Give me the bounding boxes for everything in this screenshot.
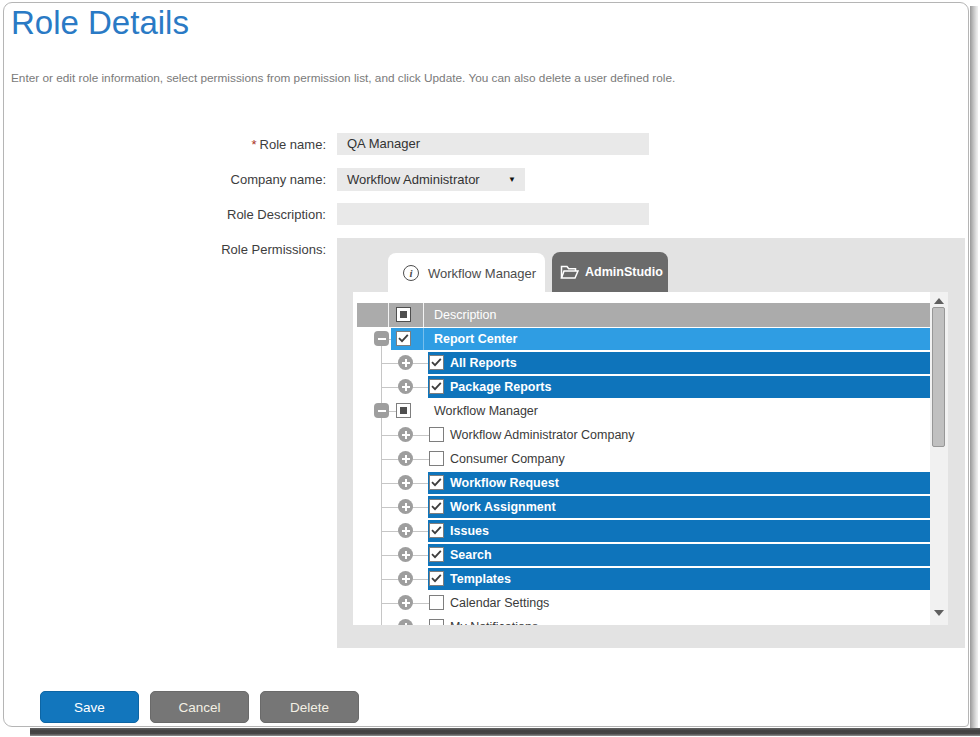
row-label: Work Assignment [450, 500, 556, 514]
column-separator [423, 303, 424, 327]
tree-row[interactable]: Package Reports [357, 375, 930, 399]
role-description-label: Role Description: [0, 207, 326, 222]
row-label: Package Reports [450, 380, 551, 394]
bottom-dark-bar [30, 728, 980, 736]
row-checkbox[interactable] [429, 499, 444, 514]
row-highlight [428, 520, 930, 542]
tree-row[interactable]: My Notifications [357, 615, 930, 625]
row-label: Workflow Administrator Company [450, 428, 635, 442]
page-subtitle: Enter or edit role information, select p… [11, 71, 675, 85]
description-column-header: Description [434, 308, 497, 322]
row-checkbox[interactable] [429, 427, 444, 442]
dropdown-arrow-icon: ▼ [508, 168, 516, 191]
scrollbar-up-icon[interactable] [934, 298, 944, 304]
expand-plus-icon[interactable] [398, 355, 413, 370]
expand-plus-icon[interactable] [398, 379, 413, 394]
scrollbar-down-icon[interactable] [934, 610, 944, 616]
permissions-tree-table: Description Report Center All Reports Pack… [357, 303, 930, 625]
role-name-label: *Role name: [0, 137, 326, 152]
role-permissions-label: Role Permissions: [0, 242, 326, 257]
tree-row[interactable]: Issues [357, 519, 930, 543]
info-icon: i [403, 265, 419, 281]
tree-row[interactable]: Workflow Administrator Company [357, 423, 930, 447]
row-checkbox[interactable] [429, 475, 444, 490]
row-checkbox[interactable] [396, 403, 411, 418]
tree-row[interactable]: Report Center [357, 327, 930, 351]
row-checkbox[interactable] [429, 595, 444, 610]
row-label: Consumer Company [450, 452, 565, 466]
tree-row[interactable]: Work Assignment [357, 495, 930, 519]
collapse-minus-icon[interactable] [374, 331, 389, 346]
tree-row[interactable]: Consumer Company [357, 447, 930, 471]
row-checkbox[interactable] [429, 355, 444, 370]
row-checkbox[interactable] [429, 379, 444, 394]
company-name-select[interactable]: Workflow Administrator ▼ [337, 168, 525, 191]
row-label: My Notifications [450, 620, 538, 625]
permissions-tree-panel: Description Report Center All Reports Pack… [353, 292, 948, 625]
expand-plus-icon[interactable] [398, 595, 413, 610]
tree-row[interactable]: Templates [357, 567, 930, 591]
expand-plus-icon[interactable] [398, 427, 413, 442]
role-name-input[interactable]: QA Manager [337, 133, 649, 155]
delete-button[interactable]: Delete [260, 691, 359, 723]
row-label: Workflow Request [450, 476, 559, 490]
row-label: Issues [450, 524, 489, 538]
page-title: Role Details [11, 4, 189, 42]
expand-plus-icon[interactable] [398, 547, 413, 562]
page-shadow-right [970, 6, 978, 728]
collapse-minus-icon[interactable] [374, 403, 389, 418]
tree-row[interactable]: Calendar Settings [357, 591, 930, 615]
row-highlight [428, 544, 930, 566]
row-label: Templates [450, 572, 511, 586]
cancel-button[interactable]: Cancel [150, 691, 249, 723]
row-label: Search [450, 548, 492, 562]
folder-icon [560, 265, 579, 280]
required-asterisk: * [251, 137, 256, 152]
tab-workflow-manager[interactable]: i Workflow Manager [388, 253, 545, 293]
tree-header-row: Description [357, 303, 930, 327]
row-label: All Reports [450, 356, 517, 370]
row-checkbox[interactable] [429, 547, 444, 562]
company-name-label: Company name: [0, 172, 326, 187]
expand-plus-icon[interactable] [398, 499, 413, 514]
select-all-checkbox[interactable] [396, 307, 411, 322]
tree-row[interactable]: Search [357, 543, 930, 567]
expand-plus-icon[interactable] [398, 523, 413, 538]
tab-adminstudio-label: AdminStudio [585, 265, 663, 279]
expand-plus-icon[interactable] [398, 451, 413, 466]
tree-row[interactable]: All Reports [357, 351, 930, 375]
tree-scrollbar[interactable] [930, 292, 948, 625]
tree-row[interactable]: Workflow Manager [357, 399, 930, 423]
tree-row[interactable]: Workflow Request [357, 471, 930, 495]
expand-plus-icon[interactable] [398, 619, 413, 625]
row-checkbox[interactable] [429, 619, 444, 625]
row-label: Report Center [434, 332, 517, 346]
row-label: Calendar Settings [450, 596, 549, 610]
row-label: Workflow Manager [434, 404, 538, 418]
save-button[interactable]: Save [40, 691, 139, 723]
scrollbar-thumb[interactable] [932, 307, 945, 447]
expand-plus-icon[interactable] [398, 571, 413, 586]
row-checkbox[interactable] [396, 331, 411, 346]
tab-workflow-manager-label: Workflow Manager [428, 266, 536, 281]
expand-plus-icon[interactable] [398, 475, 413, 490]
row-checkbox[interactable] [429, 523, 444, 538]
row-checkbox[interactable] [429, 571, 444, 586]
company-name-value: Workflow Administrator [347, 172, 480, 187]
tab-adminstudio[interactable]: AdminStudio [552, 252, 668, 292]
role-description-input[interactable] [337, 203, 649, 225]
column-separator [388, 303, 389, 327]
row-checkbox[interactable] [429, 451, 444, 466]
